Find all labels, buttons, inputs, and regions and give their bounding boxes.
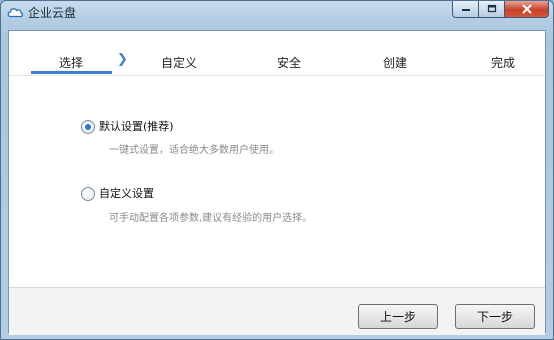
minimize-icon [461,9,470,11]
close-icon [521,4,532,14]
radio-default[interactable] [81,120,95,134]
step-create: 创建 [383,56,408,70]
option-default-label: 默认设置(推荐) [99,120,174,133]
close-button[interactable] [505,1,549,18]
minimize-button[interactable] [452,1,479,18]
client-area: 选择 ❯ 自定义 安全 创建 完成 默认设置(推荐) 一键式设置，适合绝大多数用… [8,30,546,335]
active-step-indicator [31,71,112,74]
step-select: 选择 [59,56,84,70]
maximize-button[interactable] [479,1,505,18]
step-custom: 自定义 [161,56,198,70]
wizard-window: 企业云盘 选择 ❯ 自定义 安全 创建 完成 默认设置(推荐) 一键式设置，适合… [0,0,554,340]
radio-custom[interactable] [81,187,95,201]
option-custom-label: 自定义设置 [99,187,154,200]
wizard-steps: 选择 ❯ 自定义 安全 创建 完成 [9,31,545,76]
step-finish: 完成 [491,56,516,70]
next-button[interactable]: 下一步 [455,304,535,329]
chevron-right-icon: ❯ [117,52,128,67]
cloud-icon [6,4,24,20]
prev-button[interactable]: 上一步 [358,304,438,329]
option-default-description: 一键式设置，适合绝大多数用户使用。 [109,145,279,156]
window-title: 企业云盘 [28,6,77,20]
option-custom-description: 可手动配置各项参数,建议有经验的用户选择。 [109,213,313,224]
maximize-icon [487,4,496,13]
title-bar[interactable]: 企业云盘 [1,1,553,23]
step-security: 安全 [277,56,302,70]
